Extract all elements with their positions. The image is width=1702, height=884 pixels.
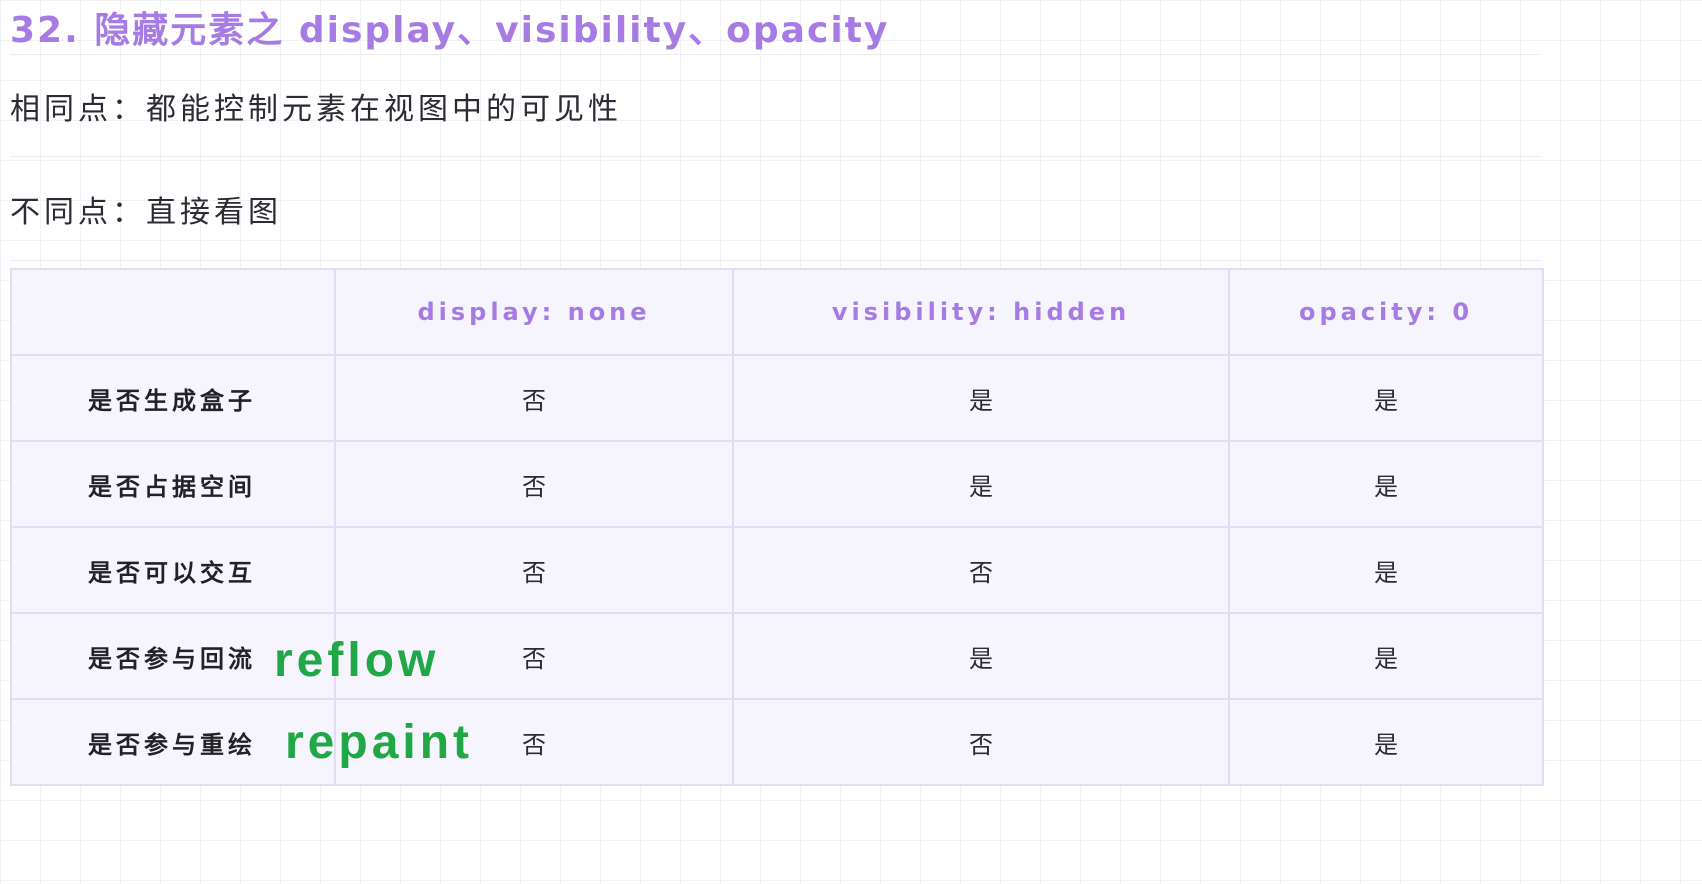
row-label: 是否参与回流 (88, 644, 256, 673)
table-header-display: display: none (334, 268, 734, 356)
table-row: 是否可以交互 否 否 是 (10, 526, 1544, 614)
table-cell: 否 (334, 440, 734, 528)
row-label-with-annotation: 是否参与回流 reflow (10, 612, 435, 700)
table-header-row: display: none visibility: hidden opacity… (10, 268, 1544, 356)
section-heading: 32. 隐藏元素之 display、visibility、opacity (10, 0, 1540, 55)
table-row: 是否参与回流 reflow 否 是 是 (10, 612, 1544, 700)
row-label-with-annotation: 是否参与重绘 repaint (10, 698, 469, 786)
table-header-corner (10, 268, 336, 356)
table-row: 是否参与重绘 repaint 否 否 是 (10, 698, 1544, 786)
table-cell: 是 (1228, 354, 1544, 442)
table-cell: 是 (732, 354, 1230, 442)
table-row: 是否生成盒子 否 是 是 (10, 354, 1544, 442)
comparison-table: display: none visibility: hidden opacity… (10, 268, 1544, 786)
row-label: 是否占据空间 (10, 440, 336, 528)
row-label: 是否生成盒子 (10, 354, 336, 442)
table-cell: 是 (1228, 698, 1544, 786)
row-label: 是否参与重绘 (88, 730, 256, 759)
table-cell: 否 (732, 698, 1230, 786)
table-cell: 是 (732, 612, 1230, 700)
row-label: 是否可以交互 (10, 526, 336, 614)
table-header-visibility: visibility: hidden (732, 268, 1230, 356)
paragraph-difference: 不同点：直接看图 (10, 157, 1540, 261)
table-cell: 是 (1228, 526, 1544, 614)
paragraph-similarity: 相同点：都能控制元素在视图中的可见性 (10, 55, 1540, 157)
table-cell: 否 (732, 526, 1230, 614)
handwritten-annotation-repaint: repaint (285, 716, 474, 769)
comparison-table-wrapper: display: none visibility: hidden opacity… (10, 268, 1544, 786)
handwritten-annotation-reflow: reflow (274, 634, 440, 687)
table-cell: 是 (1228, 612, 1544, 700)
table-header-opacity: opacity: 0 (1228, 268, 1544, 356)
table-row: 是否占据空间 否 是 是 (10, 440, 1544, 528)
table-cell: 是 (1228, 440, 1544, 528)
document: 32. 隐藏元素之 display、visibility、opacity 相同点… (10, 0, 1544, 786)
table-cell: 是 (732, 440, 1230, 528)
table-cell: 否 (334, 526, 734, 614)
table-cell: 否 (334, 354, 734, 442)
